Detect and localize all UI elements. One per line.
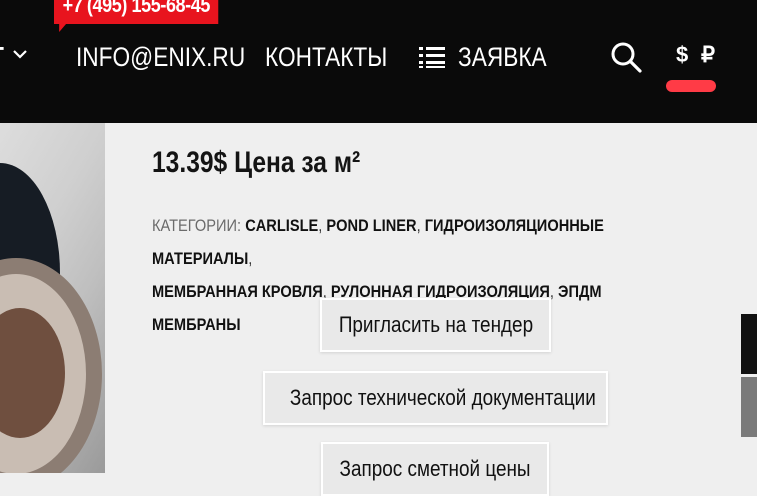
chevron-down-icon [13, 50, 27, 59]
invite-tender-label: Пригласить на тендер [338, 312, 533, 337]
site-header: Т INFO@ENIX.RU КОНТАКТЫ ЗАЯВКА $ ₽ +7 (4… [0, 0, 757, 123]
phone-badge[interactable]: +7 (495) 155-68-45 [54, 0, 219, 32]
estimate-request-button[interactable]: Запрос сметной цены [321, 442, 549, 496]
nav-menu-partial-label: Т [0, 38, 4, 74]
product-image [0, 123, 105, 473]
category-separator: , [318, 216, 323, 235]
currency-usd-button[interactable]: $ [676, 42, 688, 68]
tech-docs-request-button[interactable]: Запрос технической документации [263, 371, 608, 425]
currency-rub-button[interactable]: ₽ [701, 42, 715, 68]
category-link[interactable]: CARLISLE [245, 216, 318, 235]
side-widget-gray[interactable] [741, 377, 757, 437]
list-icon [419, 47, 445, 68]
categories-label: КАТЕГОРИИ: [152, 216, 242, 235]
category-link[interactable]: POND LINER [326, 216, 416, 235]
tech-docs-request-label: Запрос технической документации [289, 385, 596, 410]
product-price: 13.39$ Цена за м² [152, 146, 361, 179]
nav-request-link[interactable]: ЗАЯВКА [458, 40, 547, 74]
category-link[interactable]: МЕМБРАННАЯ КРОВЛЯ [152, 282, 323, 301]
invite-tender-button[interactable]: Пригласить на тендер [320, 298, 551, 352]
nav-contacts-link[interactable]: КОНТАКТЫ [265, 40, 387, 74]
nav-email-link[interactable]: INFO@ENIX.RU [76, 40, 245, 74]
search-icon[interactable] [609, 40, 643, 74]
currency-active-indicator [666, 80, 716, 92]
category-separator: , [248, 249, 253, 268]
estimate-request-label: Запрос сметной цены [339, 456, 531, 481]
side-widget-dark[interactable] [741, 314, 757, 374]
category-separator: , [416, 216, 421, 235]
